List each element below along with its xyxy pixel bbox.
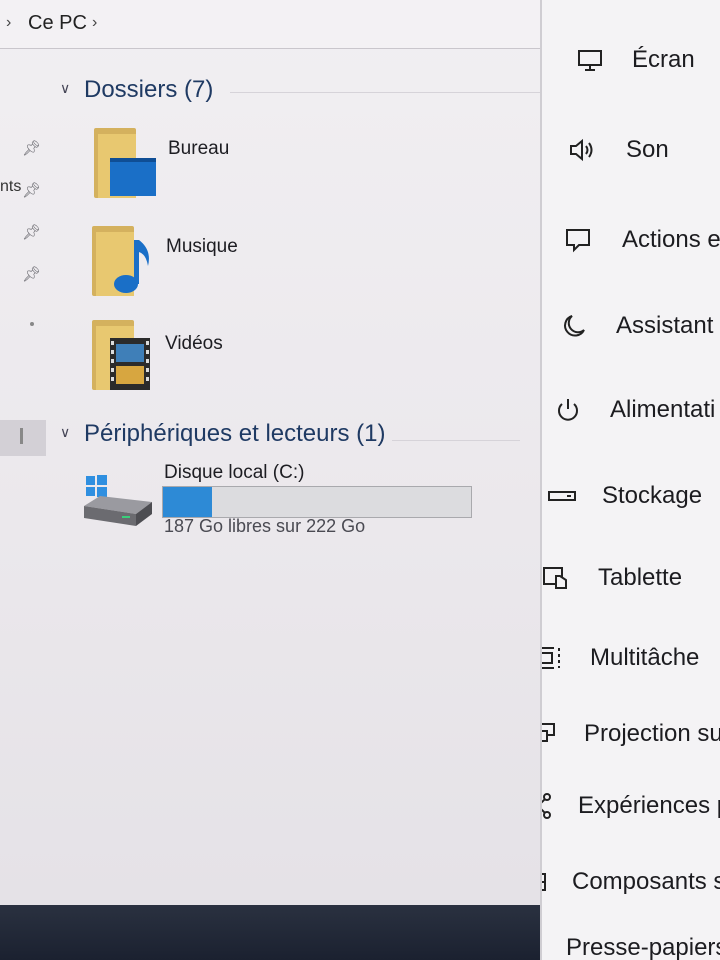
- drive-free-space-text: 187 Go libres sur 222 Go: [164, 516, 366, 536]
- group-header-folders[interactable]: ∨ Dossiers (7): [60, 76, 213, 104]
- clipboard-icon: [540, 934, 544, 960]
- settings-nav-label: Son: [626, 136, 669, 163]
- components-icon: [542, 873, 546, 891]
- notification-icon: [566, 229, 590, 253]
- settings-nav-label: Multitâche: [590, 644, 700, 671]
- settings-nav-label: Projection su: [584, 720, 720, 747]
- chevron-down-icon[interactable]: ∨: [60, 80, 76, 97]
- settings-nav-label: Stockage: [602, 482, 703, 509]
- multitask-icon: [542, 647, 560, 669]
- settings-nav-son[interactable]: Son: [542, 130, 720, 170]
- folder-label-musique[interactable]: Musique: [166, 236, 238, 258]
- settings-nav-stockage[interactable]: Stockage: [542, 476, 720, 516]
- group-title-folders: Dossiers (7): [84, 76, 214, 103]
- nav-item-bullet: [30, 322, 34, 326]
- settings-nav-label: Presse-papiers: [566, 934, 720, 960]
- chevron-right-icon[interactable]: ›: [92, 14, 97, 32]
- breadcrumb-this-pc[interactable]: Ce PC: [28, 12, 87, 35]
- shared-experiences-icon: [542, 793, 551, 819]
- settings-nav-multitache[interactable]: Multitâche: [542, 638, 720, 678]
- taskbar: [0, 905, 540, 960]
- file-explorer-window: › Ce PC › 📌︎ 📌︎ 📌︎ 📌︎ nts ∨ Dossiers (7)…: [0, 0, 560, 960]
- drive-usage-fill: [163, 487, 212, 517]
- group-title-drives: Périphériques et lecteurs (1): [84, 420, 386, 447]
- folder-bureau[interactable]: [94, 128, 158, 204]
- pin-icon[interactable]: 📌︎: [22, 140, 41, 158]
- chevron-right-icon[interactable]: ›: [6, 14, 11, 32]
- settings-nav-label: Expériences p: [578, 792, 720, 819]
- desktop-folder-icon: [110, 158, 156, 196]
- group-header-drives[interactable]: ∨ Périphériques et lecteurs (1): [60, 420, 385, 448]
- settings-nav-label: Alimentati: [610, 396, 716, 423]
- speaker-icon: [570, 138, 593, 162]
- nav-item-selected[interactable]: [0, 420, 46, 456]
- drive-usage-bar: [162, 486, 472, 518]
- pin-icon[interactable]: 📌︎: [22, 266, 41, 284]
- settings-nav-assistant[interactable]: Assistant: [542, 306, 720, 346]
- nav-item-documents-partial[interactable]: nts: [0, 178, 21, 196]
- power-icon: [558, 399, 578, 421]
- settings-nav-panel: Écran Son Actions e Assistant Alimentati: [540, 0, 720, 960]
- address-bar[interactable]: › Ce PC ›: [0, 0, 560, 49]
- settings-nav-ecran[interactable]: Écran: [542, 40, 720, 80]
- folder-musique[interactable]: [92, 226, 156, 302]
- settings-nav-composants[interactable]: Composants sy: [542, 862, 720, 902]
- music-folder-icon: [114, 240, 149, 293]
- settings-nav-presse-papiers[interactable]: Presse-papiers: [542, 928, 720, 960]
- group-divider: [392, 440, 520, 441]
- projection-icon: [542, 723, 555, 742]
- hard-drive-icon[interactable]: [82, 470, 154, 530]
- settings-nav-actions[interactable]: Actions e: [542, 220, 720, 260]
- settings-nav-experiences[interactable]: Expériences p: [542, 786, 720, 826]
- settings-nav-label: Tablette: [598, 564, 683, 591]
- folder-videos[interactable]: [92, 320, 156, 396]
- moon-icon: [564, 315, 585, 337]
- drive-label[interactable]: Disque local (C:): [164, 462, 304, 484]
- settings-nav-tablette[interactable]: Tablette: [542, 558, 720, 598]
- settings-nav-projection[interactable]: Projection su: [542, 714, 720, 754]
- tablet-icon: [543, 567, 567, 589]
- videos-folder-icon: [110, 338, 150, 390]
- storage-icon: [548, 491, 576, 501]
- settings-nav-label: Actions e: [622, 226, 720, 253]
- pin-icon[interactable]: 📌︎: [22, 182, 41, 200]
- folder-label-bureau[interactable]: Bureau: [168, 138, 229, 160]
- group-divider: [230, 92, 540, 93]
- monitor-icon: [578, 50, 602, 71]
- settings-nav-label: Composants sy: [572, 868, 720, 895]
- chevron-down-icon[interactable]: ∨: [60, 424, 76, 441]
- settings-nav-alimentation[interactable]: Alimentati: [542, 390, 720, 430]
- folder-label-videos[interactable]: Vidéos: [165, 333, 223, 355]
- settings-nav-label: Assistant: [616, 312, 714, 339]
- settings-nav-label: Écran: [632, 46, 695, 73]
- pin-icon[interactable]: 📌︎: [22, 224, 41, 242]
